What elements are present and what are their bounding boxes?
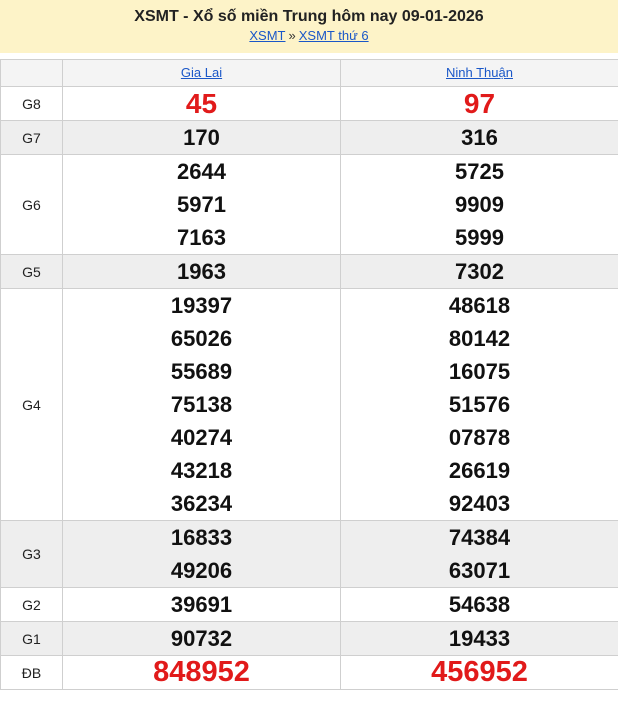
prize-label: ĐB: [0, 655, 63, 690]
prize-row: ĐB 848952 456952: [0, 655, 618, 690]
prize-number: 170: [183, 125, 220, 150]
prize-cell-gialai: 39691: [62, 587, 341, 622]
prize-row: G6 2644 5971 7163 5725 9909 5999: [0, 154, 618, 255]
prize-cell-gialai: 19397 65026 55689 75138 40274 43218 36234: [62, 288, 341, 521]
prize-row: G5 1963 7302: [0, 254, 618, 289]
prize-label: G4: [0, 288, 63, 521]
prize-number: 7163: [177, 225, 226, 250]
prize-label: G5: [0, 254, 63, 289]
prize-label: G7: [0, 120, 63, 155]
prize-row: G3 16833 49206 74384 63071: [0, 520, 618, 588]
prize-cell-ninhthuan: 54638: [340, 587, 618, 622]
prize-number: 49206: [170, 558, 233, 583]
prize-row: G7 170 316: [0, 120, 618, 155]
breadcrumb-xsmt-thu6-link[interactable]: XSMT thứ 6: [299, 28, 369, 43]
prize-cell-ninhthuan: 7302: [340, 254, 618, 289]
prize-number: 55689: [170, 359, 233, 384]
prize-label: G3: [0, 520, 63, 588]
corner-cell: [0, 59, 63, 87]
prize-number: 9909: [455, 192, 504, 217]
prize-number: 16075: [448, 359, 511, 384]
breadcrumb-separator: »: [288, 28, 296, 43]
prize-number: 92403: [448, 491, 511, 516]
prize-number: 7302: [455, 259, 504, 284]
prize-number: 19397: [170, 293, 233, 318]
prize-number: 848952: [153, 656, 250, 688]
prize-number: 36234: [170, 491, 233, 516]
prize-cell-ninhthuan: 19433: [340, 621, 618, 656]
prize-number: 51576: [448, 392, 511, 417]
province-link-gia-lai[interactable]: Gia Lai: [181, 65, 222, 80]
prize-cell-ninhthuan: 74384 63071: [340, 520, 618, 588]
prize-number: 39691: [170, 592, 233, 617]
prize-number: 40274: [170, 425, 233, 450]
prize-number: 48618: [448, 293, 511, 318]
prize-number: 43218: [170, 458, 233, 483]
prize-cell-gialai: 1963: [62, 254, 341, 289]
prize-number: 90732: [170, 626, 233, 651]
prize-cell-gialai: 2644 5971 7163: [62, 154, 341, 255]
prize-cell-gialai: 16833 49206: [62, 520, 341, 588]
prize-number: 45: [185, 88, 218, 119]
breadcrumb: XSMT» XSMT thứ 6: [0, 28, 618, 44]
prize-cell-gialai: 170: [62, 120, 341, 155]
prize-row: G4 19397 65026 55689 75138 40274 43218 36234 486…: [0, 288, 618, 521]
prize-cell-ninhthuan: 5725 9909 5999: [340, 154, 618, 255]
prize-cell-ninhthuan: 48618 80142 16075 51576 07878 26619 92403: [340, 288, 618, 521]
prize-number: 19433: [448, 626, 511, 651]
prize-number: 16833: [170, 525, 233, 550]
prize-number: 97: [463, 88, 496, 119]
prize-number: 2644: [177, 159, 226, 184]
prize-number: 74384: [448, 525, 511, 550]
prize-label: G6: [0, 154, 63, 255]
prize-number: 5971: [177, 192, 226, 217]
page-header: XSMT - Xổ số miền Trung hôm nay 09-01-20…: [0, 0, 618, 53]
table-header-row: Gia Lai Ninh Thuận: [0, 59, 618, 87]
prize-number: 1963: [177, 259, 226, 284]
prize-row: G8 45 97: [0, 86, 618, 121]
prize-cell-ninhthuan: 316: [340, 120, 618, 155]
prize-number: 5725: [455, 159, 504, 184]
prize-number: 456952: [431, 656, 528, 688]
prize-number: 80142: [448, 326, 511, 351]
prize-number: 63071: [448, 558, 511, 583]
prize-cell-ninhthuan: 456952: [340, 655, 618, 690]
prize-number: 26619: [448, 458, 511, 483]
results-table: Gia Lai Ninh Thuận G8 45 97 G7 170 316 G6 2644 5…: [0, 59, 618, 690]
prize-number: 75138: [170, 392, 233, 417]
prize-label: G1: [0, 621, 63, 656]
breadcrumb-xsmt-link[interactable]: XSMT: [249, 28, 285, 43]
prize-number: 07878: [448, 425, 511, 450]
prize-label: G2: [0, 587, 63, 622]
prize-cell-gialai: 848952: [62, 655, 341, 690]
prize-cell-gialai: 90732: [62, 621, 341, 656]
prize-cell-gialai: 45: [62, 86, 341, 121]
prize-number: 5999: [455, 225, 504, 250]
province-header: Gia Lai: [62, 59, 341, 87]
prize-label: G8: [0, 86, 63, 121]
prize-number: 54638: [448, 592, 511, 617]
prize-number: 65026: [170, 326, 233, 351]
page-title: XSMT - Xổ số miền Trung hôm nay 09-01-20…: [134, 8, 484, 25]
province-header: Ninh Thuận: [340, 59, 618, 87]
prize-row: G1 90732 19433: [0, 621, 618, 656]
prize-row: G2 39691 54638: [0, 587, 618, 622]
prize-cell-ninhthuan: 97: [340, 86, 618, 121]
province-link-ninh-thuan[interactable]: Ninh Thuận: [446, 65, 513, 80]
prize-number: 316: [461, 125, 498, 150]
